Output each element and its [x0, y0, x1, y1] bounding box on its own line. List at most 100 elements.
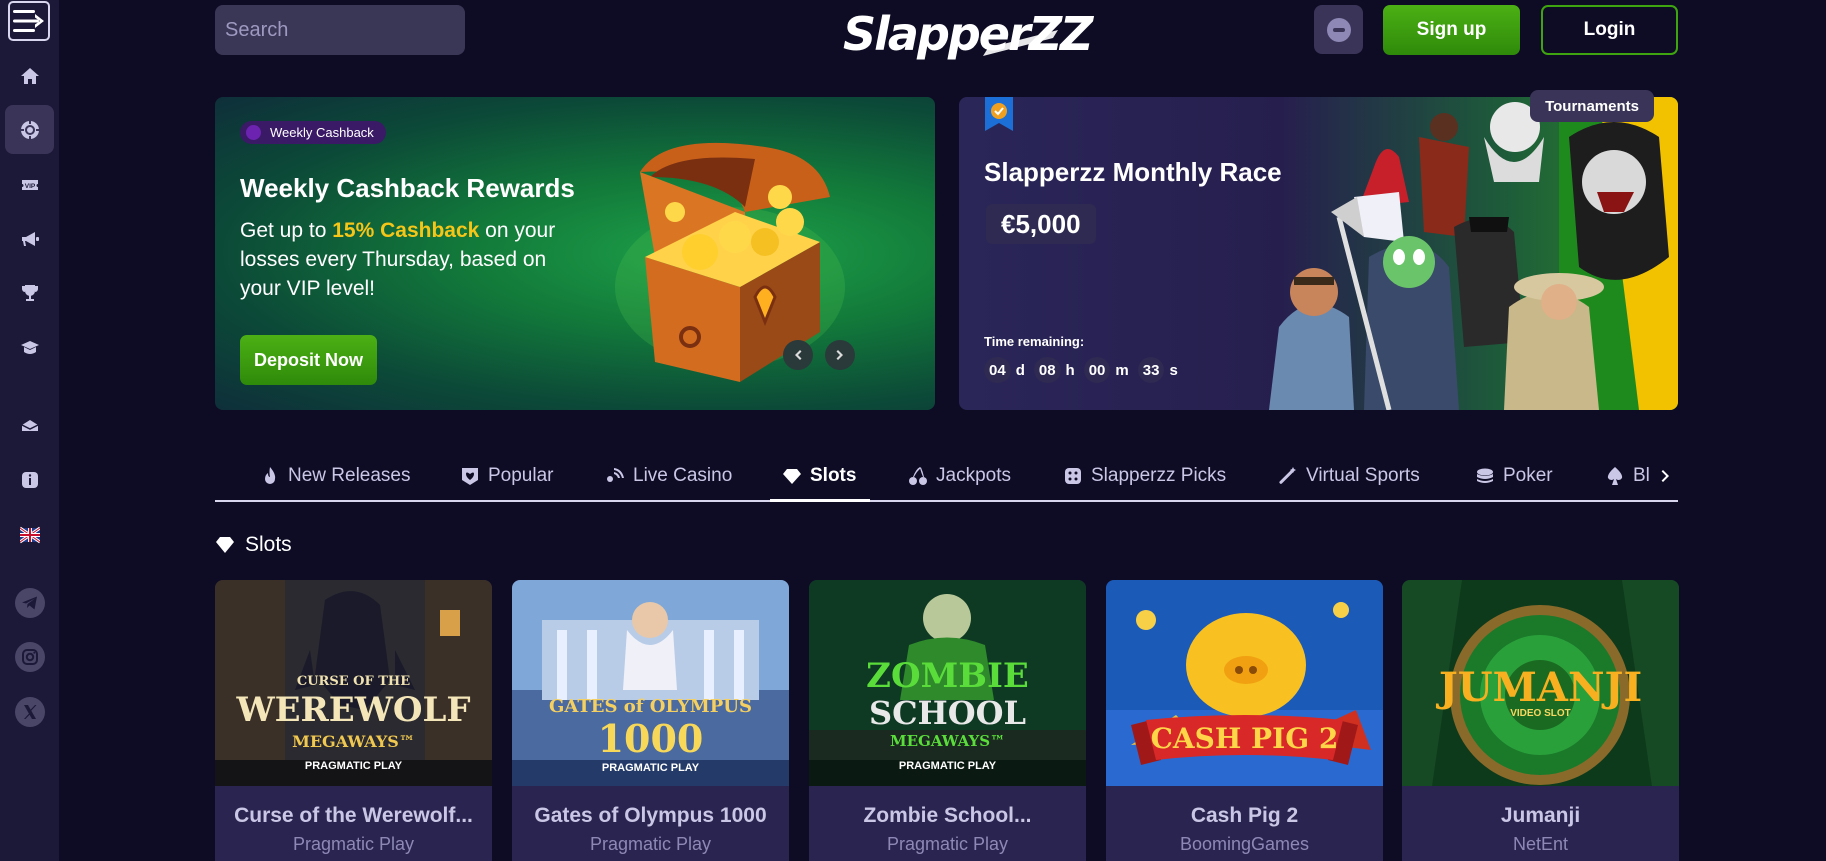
tab-label: Slapperzz Picks — [1091, 465, 1227, 486]
tab-label: New Releases — [288, 465, 411, 486]
tab-virtual-sports[interactable]: Virtual Sports — [1278, 452, 1420, 500]
menu-button[interactable] — [8, 1, 50, 41]
tab-popular[interactable]: Popular — [460, 452, 554, 500]
promo-title: Weekly Cashback Rewards — [240, 173, 575, 203]
timer-days-unit: d — [1015, 361, 1025, 379]
signup-button[interactable]: Sign up — [1383, 5, 1520, 55]
site-logo[interactable]: Slapper ZZ — [843, 2, 1093, 66]
thumb-line1: GATES of OLYMPUS — [549, 696, 752, 717]
tab-slots[interactable]: Slots — [769, 452, 871, 502]
sidebar-item-messages[interactable] — [5, 400, 54, 449]
timer-hours: 08 — [1033, 357, 1061, 383]
poker-chips-icon — [1477, 468, 1493, 483]
cherries-icon — [909, 467, 927, 485]
x-link[interactable] — [5, 687, 54, 736]
telegram-icon — [14, 587, 45, 618]
countdown-timer: 04 d 08 h 00 m 33 s — [984, 357, 1182, 383]
casino-chip-icon — [19, 119, 40, 140]
thumb-line3: MEGAWAYS™ — [292, 732, 415, 751]
game-card[interactable]: ZOMBIE SCHOOL MEGAWAYS™ PRAGMATIC PLAY Z… — [809, 580, 1086, 861]
timer-minutes: 00 — [1083, 357, 1111, 383]
menu-icon — [13, 10, 44, 32]
tab-poker[interactable]: Poker — [1475, 452, 1553, 500]
tab-slapperzz-picks[interactable]: Slapperzz Picks — [1063, 452, 1226, 500]
chevron-right-icon — [1661, 470, 1669, 482]
game-name: Gates of Olympus 1000 — [534, 804, 767, 827]
tabs-scroll-right-button[interactable] — [1654, 464, 1678, 488]
timer-minutes-unit: m — [1115, 361, 1129, 379]
dice-icon — [1065, 468, 1081, 484]
search-input[interactable] — [225, 18, 490, 42]
login-button[interactable]: Login — [1541, 5, 1678, 55]
tab-label: Virtual Sports — [1306, 465, 1420, 486]
race-prize: €5,000 — [986, 204, 1096, 244]
sidebar-item-info[interactable] — [5, 455, 54, 504]
cashback-banner[interactable]: Weekly Cashback Weekly Cashback Rewards … — [215, 97, 935, 410]
time-remaining-label: Time remaining: — [984, 334, 1085, 349]
game-card[interactable]: CURSE OF THE WEREWOLF MEGAWAYS™ PRAGMATI… — [215, 580, 492, 861]
cashback-icon — [20, 340, 39, 354]
promo-text: Get up to 15% Cashback on your losses ev… — [240, 219, 556, 300]
search-box[interactable] — [215, 5, 490, 55]
tournaments-tag: Tournaments — [1530, 90, 1654, 122]
wand-icon — [1279, 467, 1296, 484]
sidebar-item-casino[interactable] — [5, 105, 54, 154]
flame-icon — [265, 467, 276, 484]
thumb-sub: PRAGMATIC PLAY — [898, 760, 997, 772]
tab-label: Live Casino — [633, 465, 733, 486]
thumb-line2: SCHOOL — [868, 694, 1027, 732]
sidebar-item-cashback[interactable] — [5, 323, 54, 372]
tab-label: Popular — [488, 465, 554, 486]
diamond-icon — [783, 469, 801, 484]
instagram-link[interactable] — [5, 632, 54, 681]
tab-label: Bl — [1633, 465, 1650, 486]
diamond-icon — [216, 537, 234, 553]
sidebar: VIP — [0, 0, 59, 861]
sidebar-item-promotions[interactable] — [5, 214, 54, 263]
monthly-race-banner[interactable]: Tournaments Slapperzz Monthly Race €5,00… — [959, 90, 1678, 410]
game-card[interactable]: JUMANJI VIDEO SLOT Jumanji NetEnt — [1402, 580, 1679, 861]
sidebar-item-vip[interactable]: VIP — [5, 160, 54, 209]
carousel-next-button[interactable] — [825, 340, 855, 370]
home-icon — [20, 67, 39, 84]
deposit-now-button[interactable]: Deposit Now — [240, 335, 377, 385]
promo-highlight: 15% Cashback — [332, 219, 480, 242]
timer-days: 04 — [984, 357, 1011, 383]
game-provider: Pragmatic Play — [292, 834, 415, 854]
logo-swoosh-icon — [983, 30, 1058, 56]
instagram-icon — [14, 641, 45, 672]
x-icon — [14, 696, 45, 727]
thumb-line3: VIDEO SLOT — [1510, 708, 1571, 719]
sidebar-item-home[interactable] — [5, 51, 54, 100]
thumb-line1: CURSE OF THE — [296, 674, 411, 689]
promo-pill: Weekly Cashback — [240, 121, 386, 144]
timer-seconds: 33 — [1137, 357, 1165, 383]
carousel-prev-button[interactable] — [783, 340, 813, 370]
verified-ribbon-icon — [985, 97, 1013, 131]
game-name: Jumanji — [1500, 804, 1581, 827]
tab-label: Poker — [1503, 465, 1553, 486]
tab-jackpots[interactable]: Jackpots — [908, 452, 1011, 500]
timer-seconds-unit: s — [1169, 361, 1178, 379]
tab-new-releases[interactable]: New Releases — [260, 452, 411, 500]
language-selector[interactable] — [5, 510, 54, 559]
tab-live-casino[interactable]: Live Casino — [605, 452, 732, 500]
telegram-link[interactable] — [5, 578, 54, 627]
game-name: Zombie School... — [863, 804, 1032, 827]
svg-text:VIP: VIP — [24, 183, 35, 190]
characters-image — [1269, 97, 1678, 410]
race-title: Slapperzz Monthly Race — [984, 157, 1282, 187]
game-card[interactable]: GATES of OLYMPUS 1000 PRAGMATIC PLAY Gat… — [512, 580, 789, 861]
sidebar-item-tournaments[interactable] — [5, 268, 54, 317]
section-heading: Slots — [215, 533, 292, 557]
game-provider: Pragmatic Play — [886, 834, 1009, 854]
timer-hours-unit: h — [1065, 361, 1075, 379]
game-card[interactable]: CASH PIG 2 Cash Pig 2 BoomingGames — [1106, 580, 1383, 861]
chevron-left-icon — [795, 350, 802, 360]
tab-label: Slots — [810, 465, 857, 486]
chat-button[interactable] — [1314, 5, 1363, 54]
game-provider: NetEnt — [1512, 834, 1569, 854]
chevron-right-icon — [836, 350, 843, 360]
tab-blackjack[interactable]: Bl — [1605, 452, 1650, 500]
spade-icon — [1607, 467, 1623, 485]
